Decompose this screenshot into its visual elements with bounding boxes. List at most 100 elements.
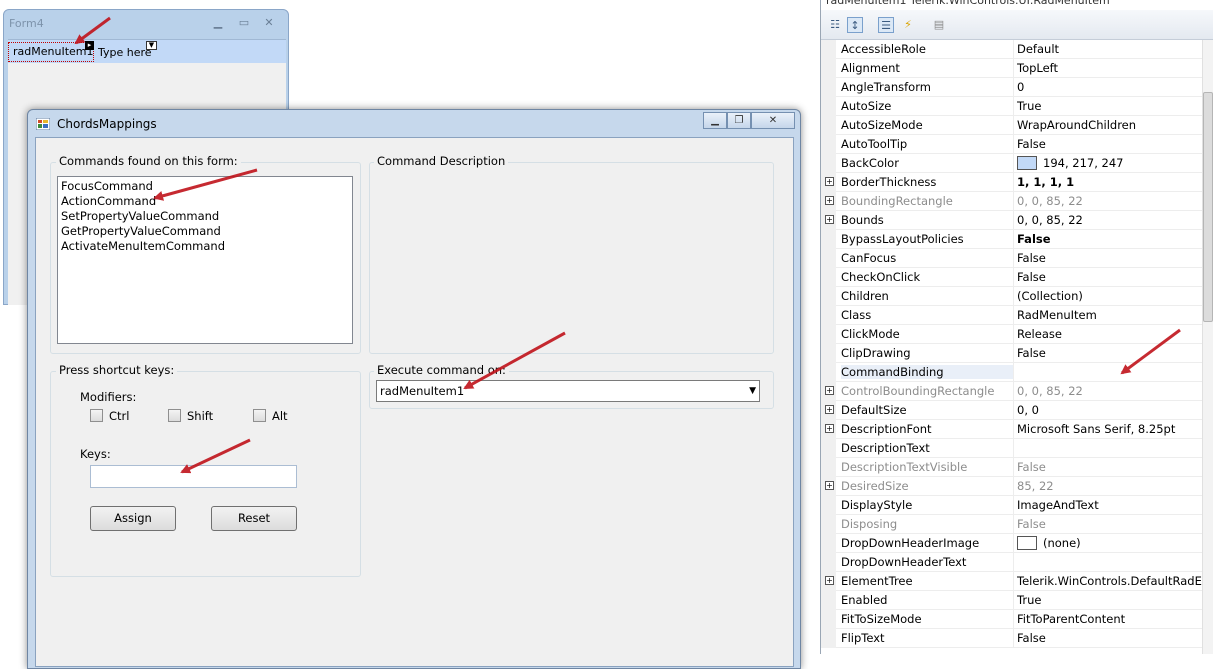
property-pages-icon[interactable]: ▤ — [931, 17, 947, 33]
property-row[interactable]: + Bounds 0, 0, 85, 22 — [821, 211, 1202, 230]
property-value-cell[interactable]: False — [1017, 251, 1202, 265]
categorized-icon[interactable]: ☷ — [827, 17, 843, 33]
property-value-cell[interactable]: Microsoft Sans Serif, 8.25pt — [1017, 422, 1202, 436]
property-value-cell[interactable]: False — [1017, 137, 1202, 151]
events-icon[interactable]: ⚡ — [900, 17, 916, 33]
property-row[interactable]: + DesiredSize 85, 22 — [821, 477, 1202, 496]
property-row[interactable]: CheckOnClick False — [821, 268, 1202, 287]
property-value-cell[interactable]: Release — [1017, 327, 1202, 341]
property-row[interactable]: + DescriptionFont Microsoft Sans Serif, 8.… — [821, 420, 1202, 439]
property-value-cell[interactable]: WrapAroundChildren — [1017, 118, 1202, 132]
property-value-cell[interactable]: 0, 0, 85, 22 — [1017, 194, 1202, 208]
assign-button[interactable]: Assign — [90, 506, 176, 531]
minimize-icon[interactable]: ▁ — [703, 112, 727, 129]
property-value-cell[interactable]: Default — [1017, 42, 1202, 56]
property-row[interactable]: Alignment TopLeft — [821, 59, 1202, 78]
property-row[interactable]: DropDownHeaderText — [821, 553, 1202, 572]
property-value-cell[interactable]: 0, 0, 85, 22 — [1017, 213, 1202, 227]
list-item[interactable]: ActionCommand — [58, 194, 352, 209]
property-value-cell[interactable]: False — [1017, 517, 1202, 531]
list-item[interactable]: GetPropertyValueCommand — [58, 224, 352, 239]
property-value-cell[interactable]: RadMenuItem — [1017, 308, 1202, 322]
list-item[interactable]: SetPropertyValueCommand — [58, 209, 352, 224]
list-item[interactable]: FocusCommand — [58, 179, 352, 194]
dropdown-arrow-icon[interactable]: ▼ — [146, 41, 157, 50]
property-row[interactable]: AutoToolTip False — [821, 135, 1202, 154]
property-row[interactable]: Class RadMenuItem — [821, 306, 1202, 325]
property-value-cell[interactable]: False — [1017, 460, 1202, 474]
property-row[interactable]: + DefaultSize 0, 0 — [821, 401, 1202, 420]
property-row[interactable]: AutoSizeMode WrapAroundChildren — [821, 116, 1202, 135]
property-row[interactable]: DescriptionText — [821, 439, 1202, 458]
property-row[interactable]: + ElementTree Telerik.WinControls.DefaultR… — [821, 572, 1202, 591]
type-here-placeholder[interactable]: Type here — [98, 46, 152, 59]
form4-titlebar[interactable]: Form4 ▁ ▭ ✕ — [4, 10, 288, 38]
property-value-cell[interactable]: True — [1017, 593, 1202, 607]
property-row[interactable]: Disposing False — [821, 515, 1202, 534]
execute-target-combobox[interactable]: radMenuItem1 ▼ — [376, 380, 760, 402]
property-row[interactable]: + BorderThickness 1, 1, 1, 1 — [821, 173, 1202, 192]
property-row[interactable]: Children (Collection) — [821, 287, 1202, 306]
property-value-cell[interactable]: (none) — [1017, 536, 1202, 550]
smart-tag-icon[interactable]: ▸ — [85, 41, 94, 50]
shift-checkbox[interactable] — [168, 409, 181, 422]
minimize-icon[interactable]: ▁ — [209, 16, 227, 30]
list-item[interactable]: ActivateMenuItemCommand — [58, 239, 352, 254]
property-value-cell[interactable]: False — [1017, 232, 1202, 246]
scrollbar-thumb[interactable] — [1203, 92, 1213, 322]
dropdown-arrow-icon[interactable]: ▼ — [749, 381, 756, 401]
property-value-cell[interactable]: False — [1017, 270, 1202, 284]
expand-icon[interactable]: + — [825, 196, 834, 205]
property-row[interactable]: DropDownHeaderImage (none) — [821, 534, 1202, 553]
expand-icon[interactable]: + — [825, 424, 834, 433]
property-row[interactable]: + BoundingRectangle 0, 0, 85, 22 — [821, 192, 1202, 211]
expand-icon[interactable]: + — [825, 576, 834, 585]
restore-icon[interactable]: ❐ — [727, 112, 751, 129]
property-value-cell[interactable]: Telerik.WinControls.DefaultRadElem — [1017, 574, 1202, 588]
property-row[interactable]: FlipText False — [821, 629, 1202, 648]
property-value-cell[interactable]: ImageAndText — [1017, 498, 1202, 512]
close-icon[interactable]: ✕ — [751, 112, 795, 129]
property-row[interactable]: CanFocus False — [821, 249, 1202, 268]
property-value-cell[interactable]: 0, 0, 85, 22 — [1017, 384, 1202, 398]
property-row[interactable]: AccessibleRole Default — [821, 40, 1202, 59]
expand-icon[interactable]: + — [825, 386, 834, 395]
alt-checkbox[interactable] — [253, 409, 266, 422]
reset-button[interactable]: Reset — [211, 506, 297, 531]
property-value-cell[interactable]: (Collection) — [1017, 289, 1202, 303]
property-value-cell[interactable]: 0, 0 — [1017, 403, 1202, 417]
commands-listbox[interactable]: FocusCommand ActionCommand SetPropertyVa… — [57, 176, 353, 344]
expand-icon[interactable]: + — [825, 481, 834, 490]
rad-menu-item-1[interactable]: radMenuItem1 ▸ — [8, 41, 94, 62]
property-row[interactable]: + ControlBoundingRectangle 0, 0, 85, 22 — [821, 382, 1202, 401]
expand-icon[interactable]: + — [825, 177, 834, 186]
property-value-cell[interactable]: False — [1017, 631, 1202, 645]
property-row[interactable]: DescriptionTextVisible False — [821, 458, 1202, 477]
property-value-cell[interactable]: 85, 22 — [1017, 479, 1202, 493]
property-value-cell[interactable]: False — [1017, 346, 1202, 360]
property-row[interactable]: CommandBinding — [821, 363, 1202, 382]
property-row[interactable]: DisplayStyle ImageAndText — [821, 496, 1202, 515]
ctrl-checkbox[interactable] — [90, 409, 103, 422]
expand-icon[interactable]: + — [825, 405, 834, 414]
property-value-cell[interactable]: 0 — [1017, 80, 1202, 94]
maximize-icon[interactable]: ▭ — [235, 16, 253, 30]
property-row[interactable]: AutoSize True — [821, 97, 1202, 116]
property-row[interactable]: AngleTransform 0 — [821, 78, 1202, 97]
property-value-cell[interactable]: 194, 217, 247 — [1017, 156, 1202, 170]
properties-icon[interactable]: ☰ — [878, 17, 894, 33]
property-row[interactable]: BypassLayoutPolicies False — [821, 230, 1202, 249]
property-value-cell[interactable]: 1, 1, 1, 1 — [1017, 175, 1202, 189]
property-row[interactable]: ClickMode Release — [821, 325, 1202, 344]
property-value-cell[interactable]: True — [1017, 99, 1202, 113]
close-icon[interactable]: ✕ — [260, 16, 278, 30]
property-row[interactable]: FitToSizeMode FitToParentContent — [821, 610, 1202, 629]
property-value-cell[interactable]: TopLeft — [1017, 61, 1202, 75]
keys-input[interactable] — [90, 465, 297, 488]
expand-icon[interactable]: + — [825, 215, 834, 224]
property-row[interactable]: ClipDrawing False — [821, 344, 1202, 363]
property-value-cell[interactable]: FitToParentContent — [1017, 612, 1202, 626]
property-row[interactable]: BackColor 194, 217, 247 — [821, 154, 1202, 173]
property-row[interactable]: Enabled True — [821, 591, 1202, 610]
alphabetical-icon[interactable]: ↕ — [847, 17, 863, 33]
